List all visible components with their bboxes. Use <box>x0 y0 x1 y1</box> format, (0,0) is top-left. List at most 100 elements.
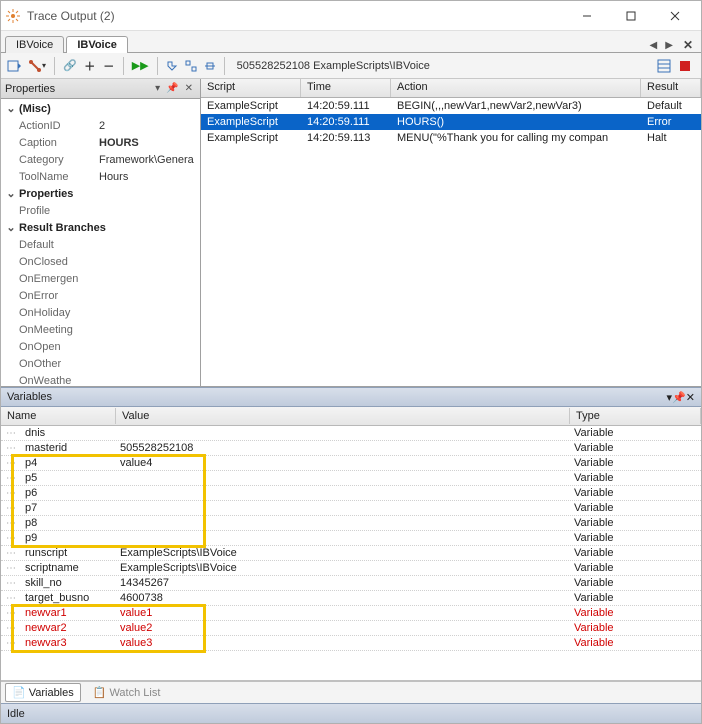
step-out-icon[interactable] <box>202 56 218 76</box>
cell-value: ExampleScripts\IBVoice <box>116 547 570 559</box>
cell-type: Variable <box>570 502 701 514</box>
cell-name: newvar3 <box>21 637 116 649</box>
document-tabs: IBVoice IBVoice ◀ ▶ ✕ <box>1 31 701 53</box>
cell-result: Default <box>641 100 701 112</box>
tree-connector-icon: ⋯ <box>1 473 21 484</box>
cell-name: skill_no <box>21 577 116 589</box>
variable-row[interactable]: ⋯newvar1value1Variable <box>1 606 701 621</box>
column-header-script[interactable]: Script <box>201 79 301 97</box>
tab-scroll-left[interactable]: ◀ <box>648 40 660 51</box>
column-header-name[interactable]: Name <box>1 408 116 424</box>
cell-name: dnis <box>21 427 116 439</box>
cell-name: p4 <box>21 457 116 469</box>
close-button[interactable] <box>653 2 697 30</box>
breadcrumb: 505528252108 ExampleScripts\IBVoice <box>231 60 652 72</box>
variable-row[interactable]: ⋯masterid505528252108Variable <box>1 441 701 456</box>
column-header-result[interactable]: Result <box>641 79 701 97</box>
dropdown-icon[interactable] <box>5 56 23 76</box>
property-key: OnClosed <box>5 255 99 270</box>
panel-close-icon[interactable]: ✕ <box>182 83 196 94</box>
cell-type: Variable <box>570 532 701 544</box>
trace-row[interactable]: ExampleScript14:20:59.111BEGIN(,,,newVar… <box>201 98 701 114</box>
column-header-time[interactable]: Time <box>301 79 391 97</box>
column-header-value[interactable]: Value <box>116 408 570 424</box>
variable-row[interactable]: ⋯p8Variable <box>1 516 701 531</box>
minimize-button[interactable] <box>565 2 609 30</box>
cell-time: 14:20:59.111 <box>301 116 391 128</box>
tree-connector-icon: ⋯ <box>1 578 21 589</box>
variable-row[interactable]: ⋯runscriptExampleScripts\IBVoiceVariable <box>1 546 701 561</box>
tab-ibvoice-1[interactable]: IBVoice <box>5 36 64 53</box>
variable-row[interactable]: ⋯p4value4Variable <box>1 456 701 471</box>
step-in-icon[interactable] <box>164 56 180 76</box>
remove-button[interactable]: － <box>101 56 117 76</box>
cell-name: p9 <box>21 532 116 544</box>
run-icon[interactable]: ▶▶ <box>130 56 151 76</box>
tree-connector-icon: ⋯ <box>1 548 21 559</box>
grid-icon[interactable] <box>655 56 673 76</box>
tab-close[interactable]: ✕ <box>679 38 697 52</box>
app-icon <box>5 8 21 24</box>
cell-value: 505528252108 <box>116 442 570 454</box>
column-header-action[interactable]: Action <box>391 79 641 97</box>
cell-type: Variable <box>570 637 701 649</box>
panel-close-icon[interactable]: ✕ <box>686 391 695 404</box>
variable-row[interactable]: ⋯newvar2value2Variable <box>1 621 701 636</box>
property-key: OnOther <box>5 357 99 372</box>
cell-time: 14:20:59.113 <box>301 132 391 144</box>
tree-connector-icon: ⋯ <box>1 638 21 649</box>
column-header-type[interactable]: Type <box>570 408 701 424</box>
cell-type: Variable <box>570 622 701 634</box>
variable-row[interactable]: ⋯p5Variable <box>1 471 701 486</box>
variable-row[interactable]: ⋯dnisVariable <box>1 426 701 441</box>
variable-row[interactable]: ⋯p7Variable <box>1 501 701 516</box>
cell-type: Variable <box>570 487 701 499</box>
cell-type: Variable <box>570 562 701 574</box>
status-text: Idle <box>7 708 25 720</box>
cell-value: value1 <box>116 607 570 619</box>
expand-icon[interactable]: ⌄ <box>5 187 17 202</box>
tree-connector-icon: ⋯ <box>1 518 21 529</box>
trace-row[interactable]: ExampleScript14:20:59.113MENU("%Thank yo… <box>201 130 701 146</box>
bottom-tabs: 📄 Variables 📋 Watch List <box>1 681 701 703</box>
step-over-icon[interactable] <box>183 56 199 76</box>
tab-variables[interactable]: 📄 Variables <box>5 683 81 702</box>
cell-value: value4 <box>116 457 570 469</box>
cell-name: p5 <box>21 472 116 484</box>
tab-scroll-right[interactable]: ▶ <box>663 40 675 51</box>
tree-connector-icon: ⋯ <box>1 623 21 634</box>
variable-row[interactable]: ⋯target_busno4600738Variable <box>1 591 701 606</box>
maximize-button[interactable] <box>609 2 653 30</box>
window-title: Trace Output (2) <box>27 9 565 23</box>
tree-connector-icon: ⋯ <box>1 593 21 604</box>
variable-row[interactable]: ⋯p9Variable <box>1 531 701 546</box>
stop-icon[interactable] <box>677 56 693 76</box>
cell-name: p6 <box>21 487 116 499</box>
panel-pin-icon[interactable]: 📌 <box>672 391 686 404</box>
variable-row[interactable]: ⋯newvar3value3Variable <box>1 636 701 651</box>
tree-connector-icon: ⋯ <box>1 608 21 619</box>
cell-action: BEGIN(,,,newVar1,newVar2,newVar3) <box>391 100 641 112</box>
tree-connector-icon: ⋯ <box>1 488 21 499</box>
cell-type: Variable <box>570 517 701 529</box>
tree-connector-icon: ⋯ <box>1 563 21 574</box>
expand-icon[interactable]: ⌄ <box>5 221 17 236</box>
expand-icon[interactable]: ⌄ <box>5 102 17 117</box>
tab-watch-list[interactable]: 📋 Watch List <box>87 684 167 701</box>
panel-pin-icon[interactable]: 📌 <box>163 83 181 94</box>
panel-menu-icon[interactable]: ▾ <box>152 83 163 94</box>
cell-name: target_busno <box>21 592 116 604</box>
cell-type: Variable <box>570 577 701 589</box>
cell-action: MENU("%Thank you for calling my compan <box>391 132 641 144</box>
variable-row[interactable]: ⋯p6 Variable <box>1 486 701 501</box>
link-icon: 🔗 <box>61 56 79 76</box>
tab-ibvoice-2[interactable]: IBVoice <box>66 36 128 53</box>
trace-row[interactable]: ExampleScript14:20:59.111HOURS()Error <box>201 114 701 130</box>
variable-row[interactable]: ⋯scriptnameExampleScripts\IBVoiceVariabl… <box>1 561 701 576</box>
property-key: OnHoliday <box>5 306 99 321</box>
titlebar: Trace Output (2) <box>1 1 701 31</box>
properties-title: Properties <box>5 83 55 95</box>
tools-icon[interactable]: ▾ <box>26 56 48 76</box>
variable-row[interactable]: ⋯skill_no14345267Variable <box>1 576 701 591</box>
add-button[interactable]: ＋ <box>82 56 98 76</box>
